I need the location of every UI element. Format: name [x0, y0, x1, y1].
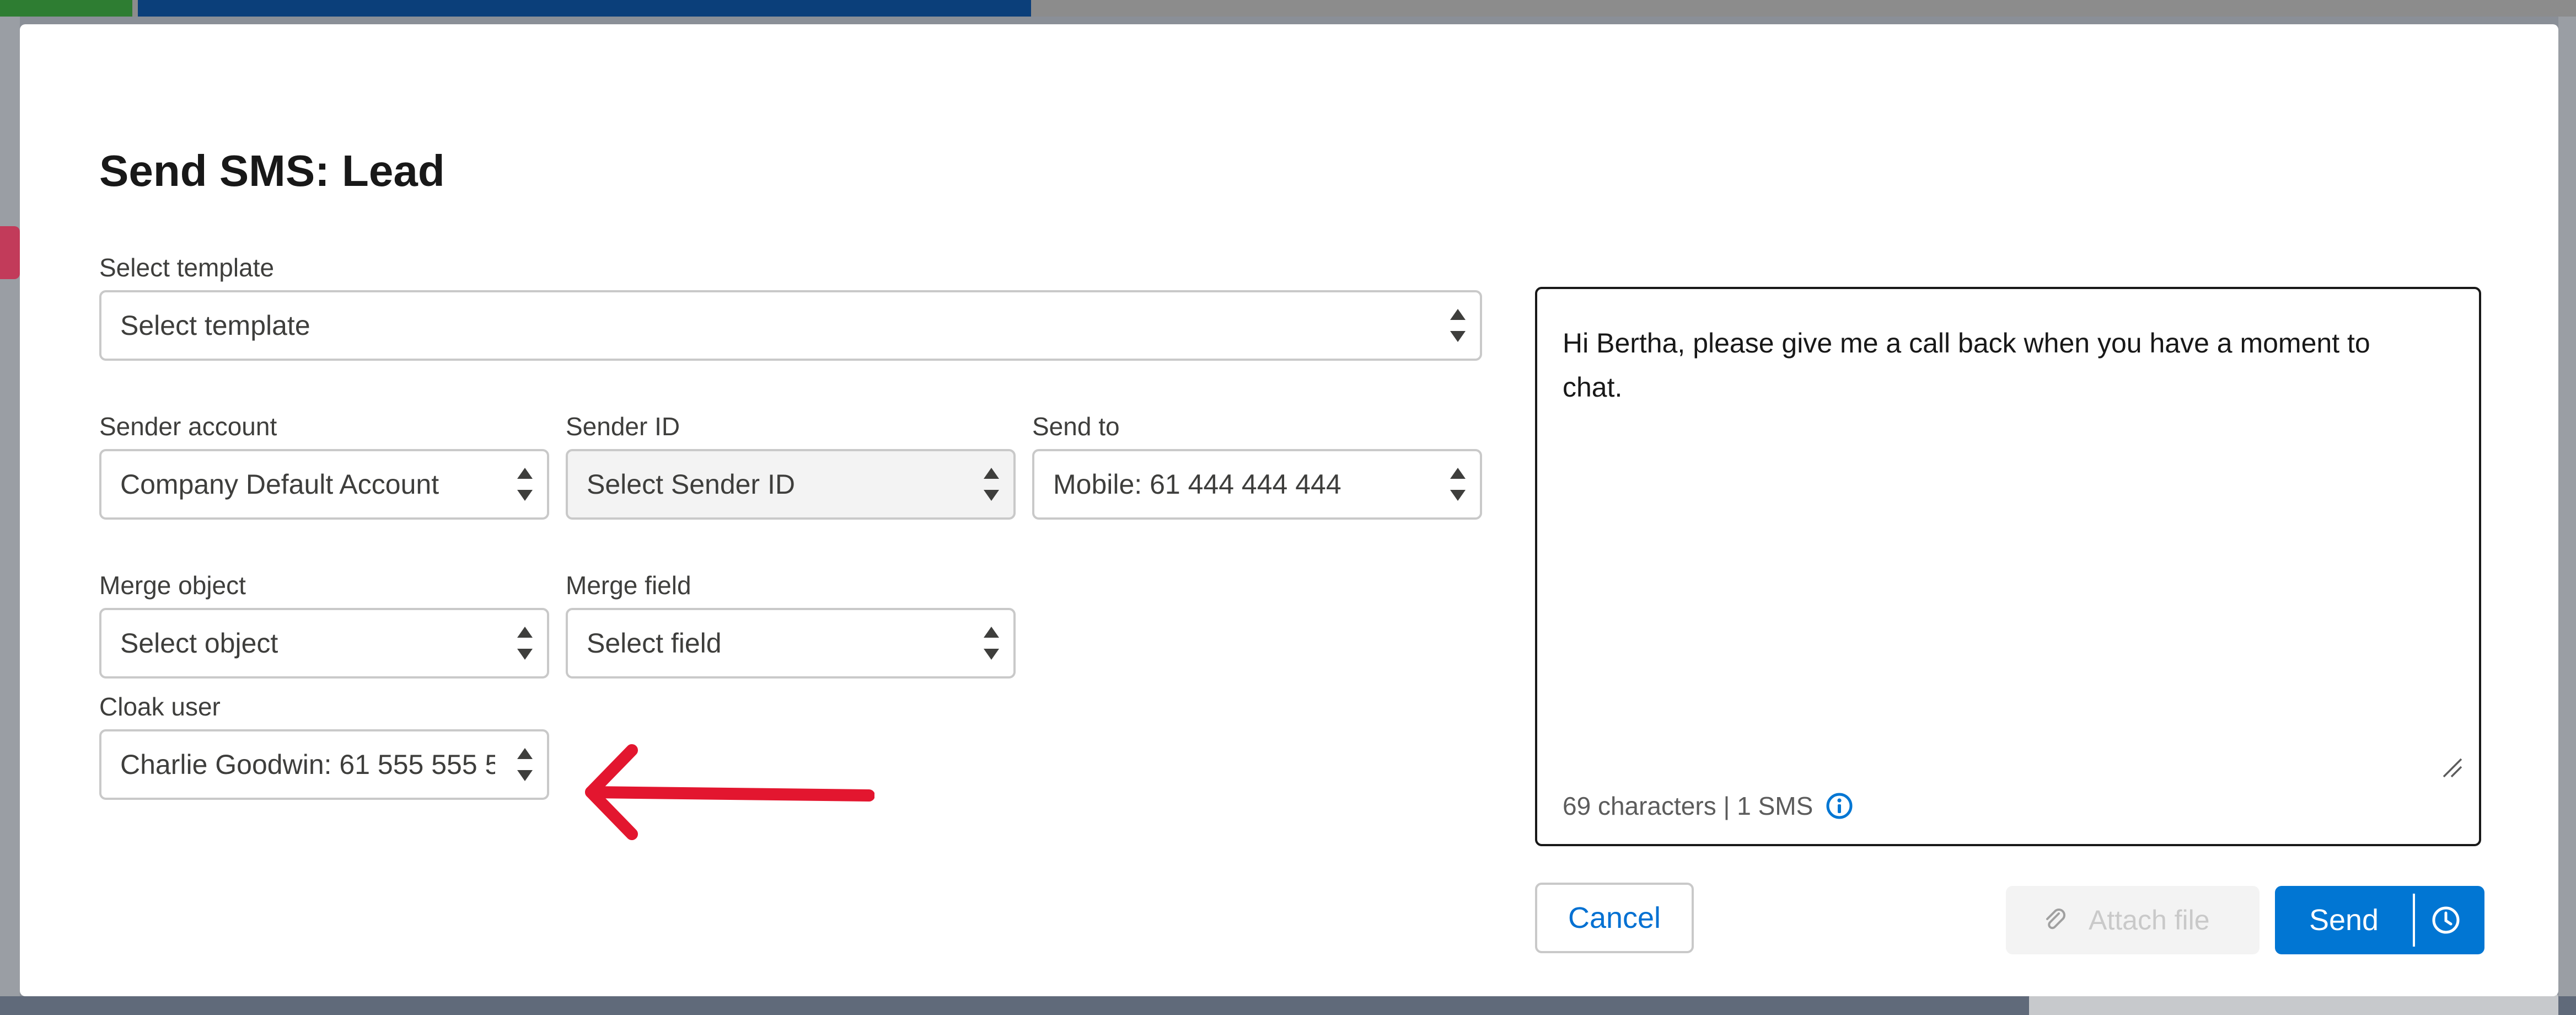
background-right-panel [2558, 17, 2576, 1015]
send-button-group: Send [2275, 886, 2484, 954]
clock-icon[interactable] [2430, 905, 2461, 936]
sender-account-select[interactable]: Company Default Account [99, 449, 549, 520]
paperclip-icon [2046, 909, 2065, 929]
resize-handle-icon[interactable] [2440, 756, 2462, 778]
merge-field-select[interactable]: Select field [566, 608, 1016, 679]
send-button[interactable]: Send [2275, 886, 2413, 954]
merge-field-value: Select field [587, 628, 722, 659]
up-down-arrows-icon [984, 627, 999, 660]
character-counter-text: 69 characters | 1 SMS [1563, 792, 1813, 820]
up-down-arrows-icon [1450, 309, 1466, 342]
background-calendar-icon [0, 226, 20, 279]
sender-account-value: Company Default Account [120, 469, 439, 500]
info-icon[interactable] [1825, 792, 1854, 820]
up-down-arrows-icon [984, 468, 999, 501]
modal-title: Send SMS: Lead [99, 146, 445, 195]
sender-id-select[interactable]: Select Sender ID [566, 449, 1016, 520]
cloak-user-select[interactable]: Charlie Goodwin: 61 555 555 5 [99, 729, 549, 800]
sender-id-label: Sender ID [566, 412, 680, 441]
template-select-value: Select template [120, 310, 310, 341]
background-left-panel [0, 17, 20, 1015]
cancel-button[interactable]: Cancel [1535, 883, 1694, 953]
background-card [2029, 993, 2558, 1015]
cloak-user-value: Charlie Goodwin: 61 555 555 5 [120, 749, 495, 780]
send-to-select[interactable]: Mobile: 61 444 444 444 [1032, 449, 1482, 520]
send-to-value: Mobile: 61 444 444 444 [1053, 469, 1341, 500]
template-select[interactable]: Select template [99, 290, 1482, 361]
annotation-arrow-icon [585, 744, 874, 840]
up-down-arrows-icon [517, 468, 533, 501]
send-to-label: Send to [1032, 412, 1120, 441]
template-label: Select template [99, 253, 275, 282]
merge-field-label: Merge field [566, 571, 691, 600]
merge-object-value: Select object [120, 628, 278, 659]
send-sms-modal: Send SMS: Lead Select template Select te… [20, 24, 2558, 996]
up-down-arrows-icon [1450, 468, 1466, 501]
character-counter: 69 characters | 1 SMS [1563, 791, 1854, 821]
merge-object-label: Merge object [99, 571, 246, 600]
up-down-arrows-icon [517, 748, 533, 781]
attach-file-button[interactable]: Attach file [2006, 886, 2260, 954]
sender-account-label: Sender account [99, 412, 277, 441]
message-textarea[interactable]: Hi Bertha, please give me a call back wh… [1535, 287, 2481, 846]
sender-id-value: Select Sender ID [587, 469, 795, 500]
up-down-arrows-icon [517, 627, 533, 660]
attach-file-label: Attach file [2089, 905, 2210, 936]
background-nav-tab [0, 0, 132, 17]
background-nav-tab [138, 0, 1031, 17]
merge-object-select[interactable]: Select object [99, 608, 549, 679]
message-text: Hi Bertha, please give me a call back wh… [1563, 328, 2370, 403]
send-button-divider [2413, 894, 2415, 947]
cloak-user-label: Cloak user [99, 692, 221, 721]
